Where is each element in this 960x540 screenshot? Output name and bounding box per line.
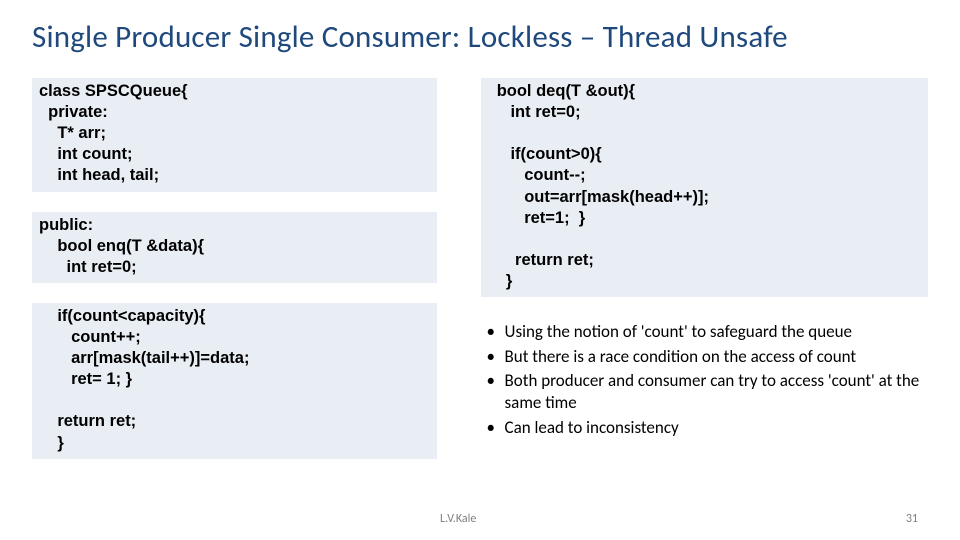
code-deq: bool deq(T &out){ int ret=0; if(count>0)… xyxy=(481,78,928,297)
bullet-item: Can lead to inconsistency xyxy=(487,417,928,439)
slide: Single Producer Single Consumer: Lockles… xyxy=(0,0,960,540)
code-enq-head: public: bool enq(T &data){ int ret=0; xyxy=(32,212,437,283)
left-column: class SPSCQueue{ private: T* arr; int co… xyxy=(32,78,437,459)
footer-page: 31 xyxy=(906,512,918,526)
footer-author: L.V.Kale xyxy=(440,512,476,526)
bullet-item: Both producer and consumer can try to ac… xyxy=(487,370,928,415)
right-column: bool deq(T &out){ int ret=0; if(count>0)… xyxy=(481,78,928,459)
slide-title: Single Producer Single Consumer: Lockles… xyxy=(32,18,928,56)
bullet-list: Using the notion of 'count' to safeguard… xyxy=(481,321,928,441)
bullet-item: Using the notion of 'count' to safeguard… xyxy=(487,321,928,343)
bullet-item: But there is a race condition on the acc… xyxy=(487,346,928,368)
content-columns: class SPSCQueue{ private: T* arr; int co… xyxy=(32,78,928,459)
code-class-decl: class SPSCQueue{ private: T* arr; int co… xyxy=(32,78,437,192)
code-enq-body: if(count<capacity){ count++; arr[mask(ta… xyxy=(32,303,437,459)
